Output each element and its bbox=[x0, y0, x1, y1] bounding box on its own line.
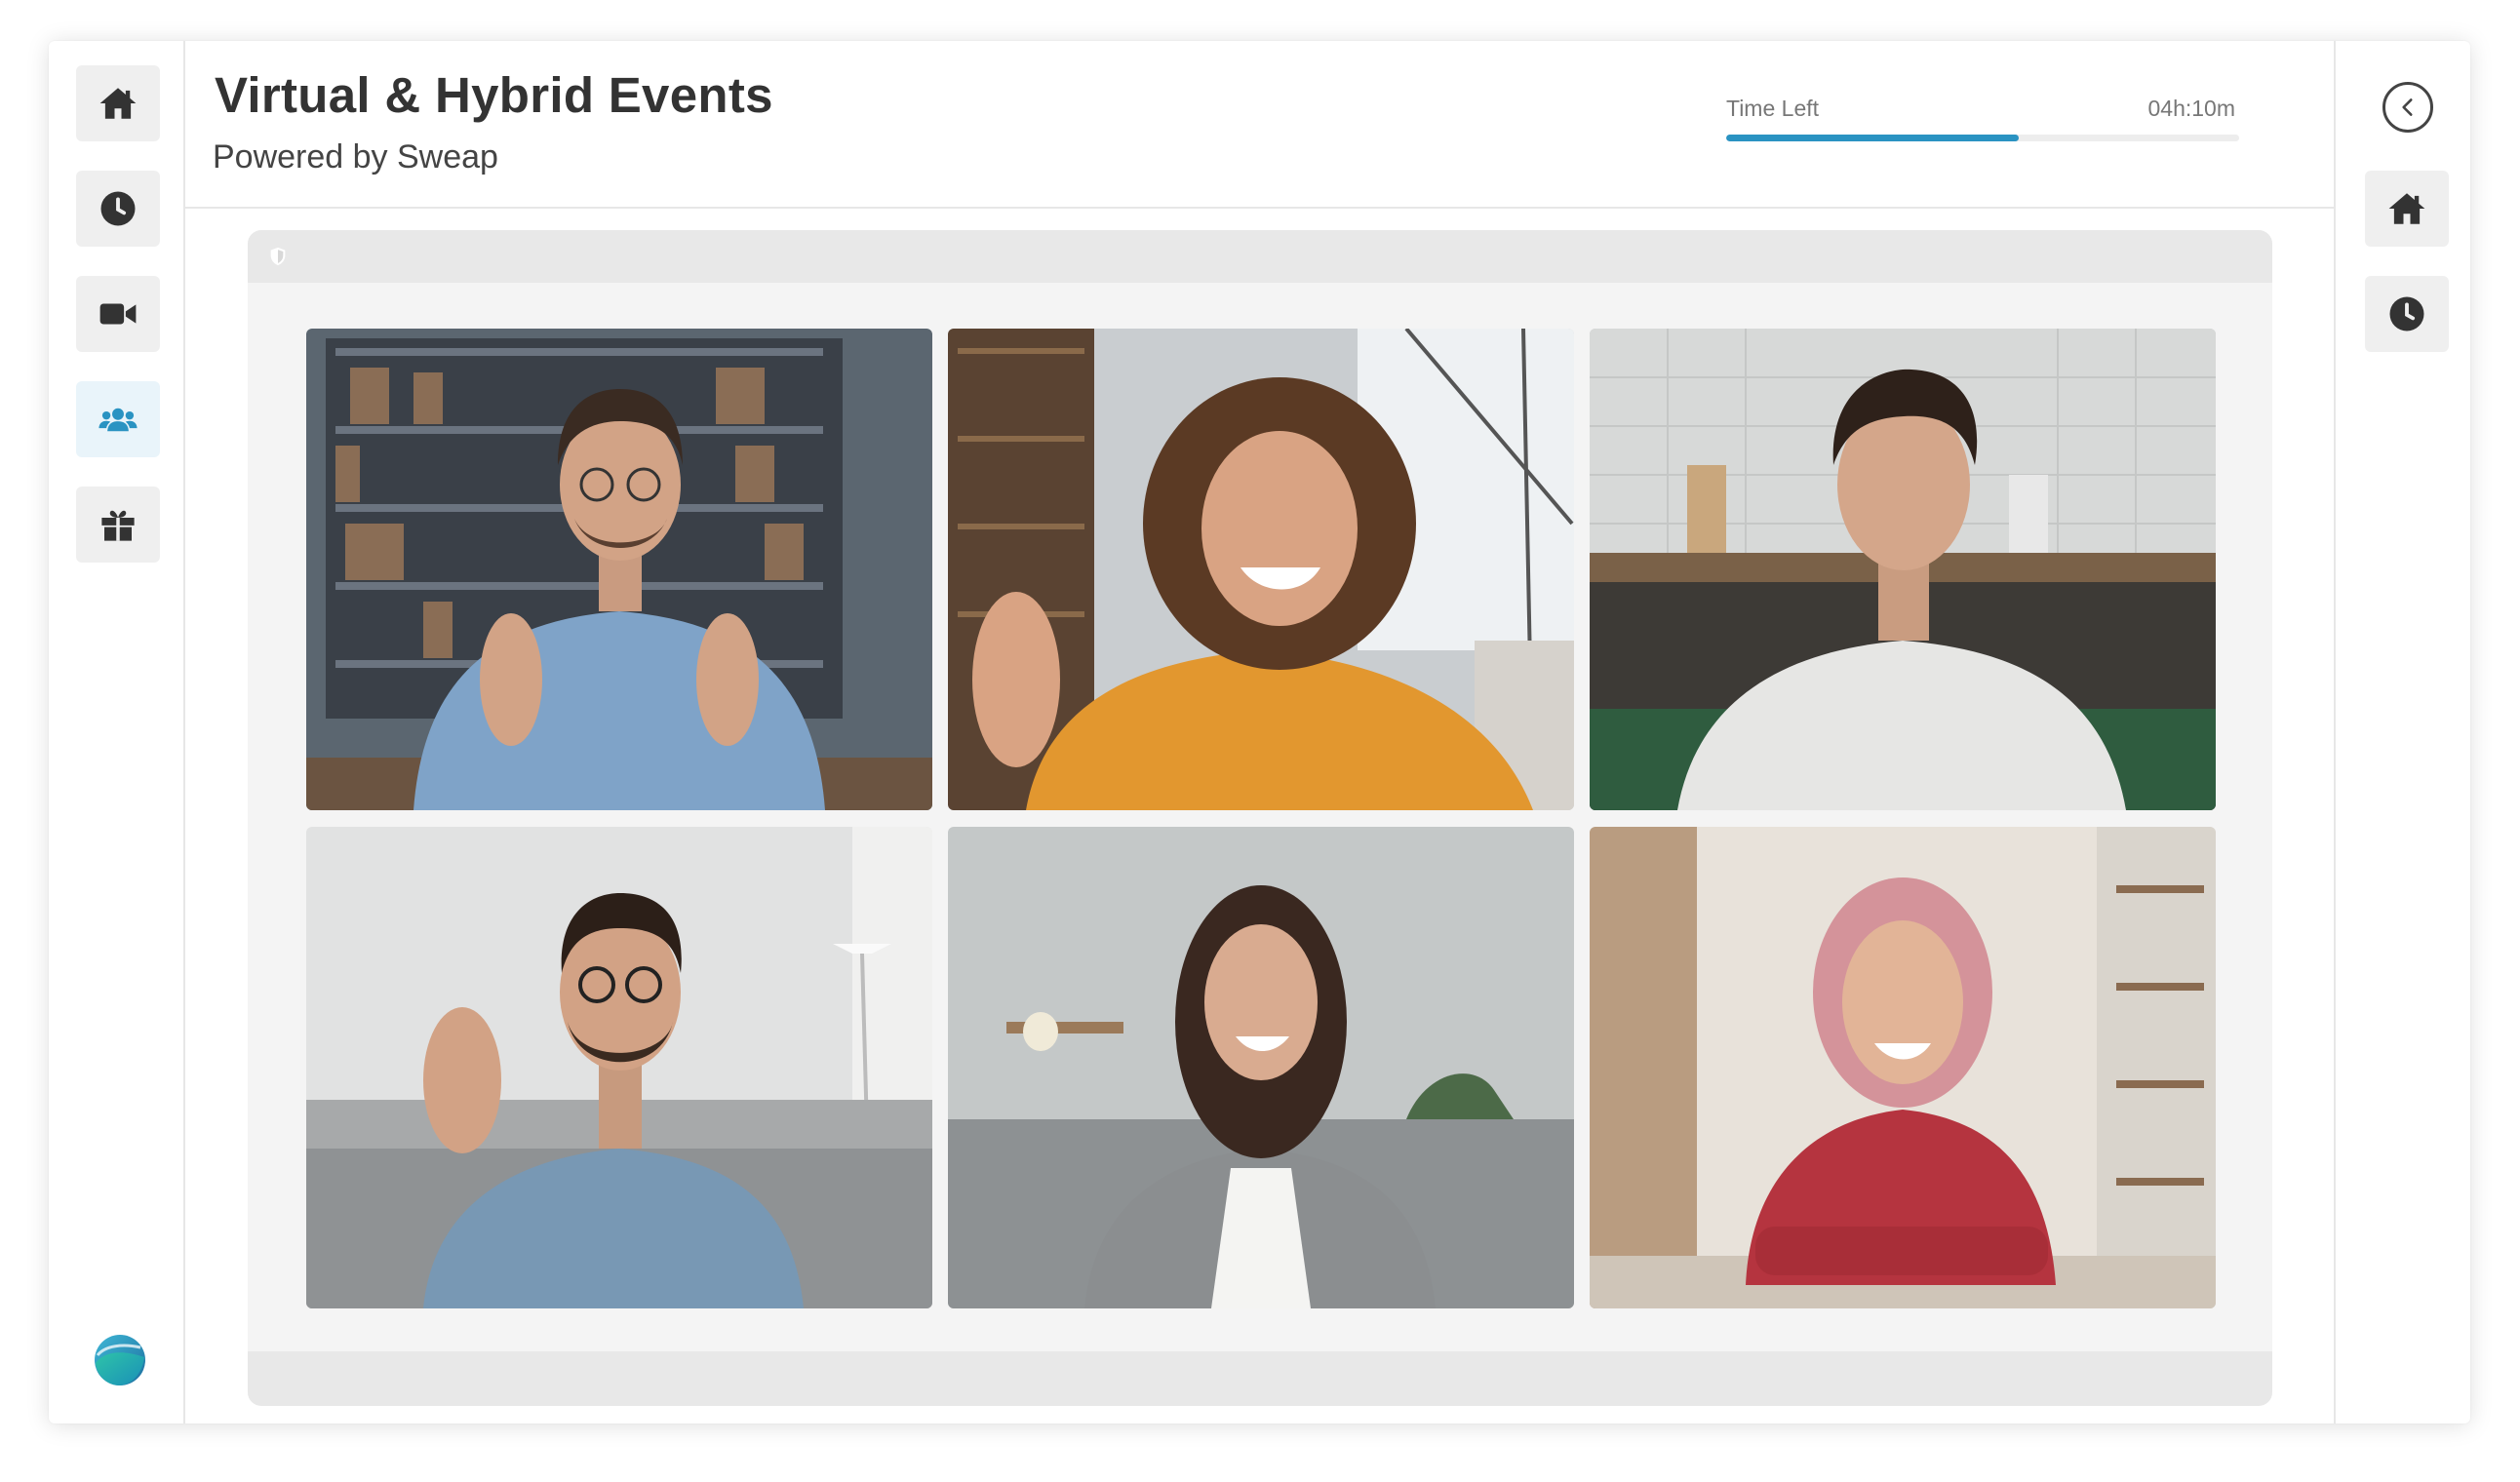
time-left-label: Time Left bbox=[1726, 96, 1820, 121]
home-icon bbox=[2388, 193, 2425, 224]
video-camera-icon bbox=[99, 303, 137, 325]
sidebar-item-schedule[interactable] bbox=[76, 171, 160, 247]
participant-tile[interactable] bbox=[1590, 329, 2216, 810]
app-window: Virtual & Hybrid Events Powered by Sweap… bbox=[49, 41, 2470, 1424]
sidebar-item-home[interactable] bbox=[76, 65, 160, 141]
chevron-left-icon bbox=[2402, 98, 2413, 116]
video-stage bbox=[248, 230, 2272, 1406]
sidebar-item-people[interactable] bbox=[76, 381, 160, 457]
gift-icon bbox=[101, 510, 135, 541]
participant-video bbox=[306, 827, 932, 1308]
left-sidebar bbox=[49, 41, 185, 1424]
right-nav-home[interactable] bbox=[2365, 171, 2449, 247]
collapse-panel-button[interactable] bbox=[2382, 82, 2433, 133]
participant-tile[interactable] bbox=[306, 329, 932, 810]
time-left-value: 04h:10m bbox=[2147, 96, 2235, 121]
home-icon bbox=[99, 88, 137, 119]
right-sidebar bbox=[2334, 41, 2470, 1424]
participant-video bbox=[948, 827, 1574, 1308]
participant-video bbox=[306, 329, 932, 810]
participant-video bbox=[1590, 329, 2216, 810]
right-nav-schedule[interactable] bbox=[2365, 276, 2449, 352]
stage-toolbar bbox=[248, 230, 2272, 283]
participant-tile[interactable] bbox=[306, 827, 932, 1308]
sidebar-item-video[interactable] bbox=[76, 276, 160, 352]
page-header: Virtual & Hybrid Events Powered by Sweap… bbox=[185, 41, 2334, 209]
users-icon bbox=[98, 408, 138, 432]
participant-video bbox=[1590, 827, 2216, 1308]
participant-video bbox=[948, 329, 1574, 810]
participant-tile[interactable] bbox=[948, 827, 1574, 1308]
participant-tile[interactable] bbox=[948, 329, 1574, 810]
time-progress-fill bbox=[1726, 135, 2019, 141]
page-title: Virtual & Hybrid Events bbox=[215, 67, 773, 123]
time-progress-bar bbox=[1726, 135, 2239, 141]
shield-icon bbox=[270, 247, 286, 266]
sweap-logo bbox=[95, 1335, 145, 1385]
participant-tile[interactable] bbox=[1590, 827, 2216, 1308]
clock-icon bbox=[100, 191, 136, 226]
clock-icon bbox=[2389, 296, 2424, 332]
page-subtitle: Powered by Sweap bbox=[213, 138, 498, 176]
sidebar-item-gifts[interactable] bbox=[76, 487, 160, 563]
stage-footer bbox=[248, 1351, 2272, 1406]
